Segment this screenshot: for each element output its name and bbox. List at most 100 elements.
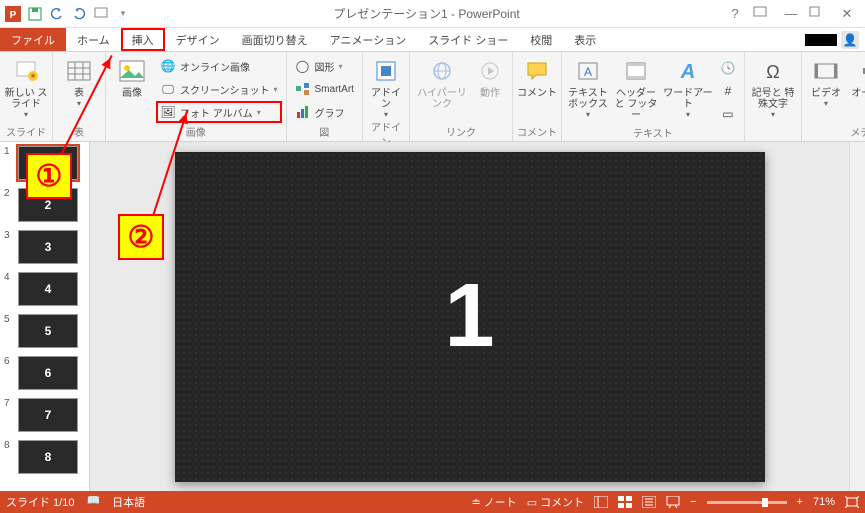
header-footer-icon bbox=[622, 57, 650, 85]
tab-animations[interactable]: アニメーション bbox=[319, 28, 418, 51]
chevron-down-icon: ▾ bbox=[77, 99, 81, 108]
online-pictures-button[interactable]: 🌐オンライン画像 bbox=[156, 55, 282, 77]
screenshot-icon: 🖵 bbox=[160, 81, 176, 97]
reading-view-icon[interactable] bbox=[642, 496, 656, 508]
ribbon-tabs: ファイル ホーム 挿入 デザイン 画面切り替え アニメーション スライド ショー… bbox=[0, 28, 865, 52]
slide-editor[interactable]: 1 bbox=[90, 142, 849, 491]
ribbon-group-illustrations: ◯図形 ▾ SmartArt グラフ 図 bbox=[287, 52, 363, 141]
tab-home[interactable]: ホーム bbox=[66, 28, 121, 51]
maximize-icon[interactable] bbox=[809, 6, 829, 22]
slide-indicator[interactable]: スライド 1/10 bbox=[6, 494, 74, 510]
spellcheck-icon[interactable]: 📖 bbox=[86, 494, 100, 510]
tab-file[interactable]: ファイル bbox=[0, 28, 66, 51]
video-button[interactable]: ビデオ ▾ bbox=[806, 55, 846, 108]
ribbon-group-media: ビデオ ▾ オーディオ ▾ 画面 録画 メディア bbox=[802, 52, 865, 141]
normal-view-icon[interactable] bbox=[594, 496, 608, 508]
symbol-button[interactable]: Ω 記号と 特殊文字 ▾ bbox=[749, 55, 797, 119]
action-button[interactable]: 動作 bbox=[472, 55, 508, 99]
slide-thumbnail[interactable]: 44 bbox=[18, 272, 83, 306]
comments-button[interactable]: ▭ コメント bbox=[527, 494, 584, 510]
ribbon-group-text: A テキスト ボックス ▾ ヘッダーと フッター A ワードアート ▾ 🕓 # … bbox=[562, 52, 745, 141]
audio-button[interactable]: オーディオ ▾ bbox=[848, 55, 865, 119]
zoom-level[interactable]: 71% bbox=[813, 496, 835, 508]
slide-thumbnail[interactable]: 66 bbox=[18, 356, 83, 390]
ribbon-group-addins: アドイ ン ▾ アドイン bbox=[363, 52, 410, 141]
photo-album-icon: 🖼 bbox=[160, 104, 176, 120]
shapes-icon: ◯ bbox=[295, 58, 311, 74]
tab-transitions[interactable]: 画面切り替え bbox=[231, 28, 319, 51]
tab-review[interactable]: 校閲 bbox=[519, 28, 563, 51]
slide-thumbnail[interactable]: 33 bbox=[18, 230, 83, 264]
hyperlink-button[interactable]: ハイパーリンク bbox=[414, 55, 470, 110]
slide-number-button[interactable]: # bbox=[716, 80, 740, 102]
slideshow-view-icon[interactable] bbox=[666, 496, 680, 508]
slide-thumbnail[interactable]: 88 bbox=[18, 440, 83, 474]
tab-design[interactable]: デザイン bbox=[165, 28, 231, 51]
fit-to-window-icon[interactable] bbox=[845, 496, 859, 508]
smartart-icon bbox=[295, 81, 311, 97]
slide-number-icon: # bbox=[720, 83, 736, 99]
date-time-button[interactable]: 🕓 bbox=[716, 57, 740, 79]
tab-view[interactable]: 表示 bbox=[563, 28, 607, 51]
comment-icon bbox=[523, 57, 551, 85]
video-icon bbox=[812, 57, 840, 85]
object-button[interactable]: ▭ bbox=[716, 103, 740, 125]
slide-sorter-view-icon[interactable] bbox=[618, 496, 632, 508]
chart-button[interactable]: グラフ bbox=[291, 101, 358, 123]
quick-access-toolbar: P ▾ bbox=[0, 5, 136, 23]
picture-button[interactable]: 画像 bbox=[110, 55, 154, 99]
symbol-icon: Ω bbox=[759, 57, 787, 85]
zoom-out-button[interactable]: − bbox=[690, 496, 696, 508]
hyperlink-icon bbox=[428, 57, 456, 85]
textbox-icon: A bbox=[574, 57, 602, 85]
current-slide[interactable]: 1 bbox=[175, 152, 765, 482]
screenshot-button[interactable]: 🖵スクリーンショット ▾ bbox=[156, 78, 282, 100]
help-icon[interactable]: ? bbox=[725, 6, 745, 22]
ribbon-display-icon[interactable] bbox=[753, 6, 773, 22]
start-from-beginning-icon[interactable] bbox=[92, 5, 110, 23]
picture-icon bbox=[118, 57, 146, 85]
zoom-in-button[interactable]: + bbox=[797, 496, 803, 508]
textbox-button[interactable]: A テキスト ボックス ▾ bbox=[566, 55, 610, 119]
redo-icon[interactable] bbox=[70, 5, 88, 23]
ribbon: ✶ 新しい スライド ▾ スライド 表 ▾ 表 画像 🌐オンライン画像 🖵スクリ bbox=[0, 52, 865, 142]
table-button[interactable]: 表 ▾ bbox=[57, 55, 101, 108]
workspace: 1 22 33 44 55 66 77 88 1 bbox=[0, 142, 865, 491]
ribbon-group-images: 画像 🌐オンライン画像 🖵スクリーンショット ▾ 🖼フォト アルバム ▾ 画像 bbox=[106, 52, 287, 141]
vertical-scrollbar[interactable] bbox=[849, 142, 865, 491]
slide-thumbnail[interactable]: 55 bbox=[18, 314, 83, 348]
notes-button[interactable]: ≐ ノート bbox=[471, 494, 516, 510]
close-icon[interactable]: ✕ bbox=[837, 6, 857, 22]
user-avatar-icon[interactable]: 👤 bbox=[841, 31, 859, 49]
ribbon-group-links: ハイパーリンク 動作 リンク bbox=[410, 52, 513, 141]
zoom-slider[interactable] bbox=[707, 501, 787, 504]
user-name-redacted bbox=[805, 34, 837, 46]
ribbon-group-comments: コメント コメント bbox=[513, 52, 562, 141]
chevron-down-icon: ▾ bbox=[384, 110, 388, 119]
language-indicator[interactable]: 日本語 bbox=[112, 494, 145, 510]
ribbon-group-symbols: Ω 記号と 特殊文字 ▾ bbox=[745, 52, 802, 141]
shapes-button[interactable]: ◯図形 ▾ bbox=[291, 55, 358, 77]
powerpoint-logo-icon: P bbox=[4, 5, 22, 23]
wordart-icon: A bbox=[674, 57, 702, 85]
slide-thumbnail[interactable]: 77 bbox=[18, 398, 83, 432]
smartart-button[interactable]: SmartArt bbox=[291, 78, 358, 100]
addins-button[interactable]: アドイ ン ▾ bbox=[367, 55, 405, 119]
qat-customize-icon[interactable]: ▾ bbox=[114, 5, 132, 23]
photo-album-button[interactable]: 🖼フォト アルバム ▾ bbox=[156, 101, 282, 123]
tab-insert[interactable]: 挿入 bbox=[121, 28, 165, 51]
new-slide-button[interactable]: ✶ 新しい スライド ▾ bbox=[4, 55, 48, 119]
online-pictures-icon: 🌐 bbox=[160, 58, 176, 74]
tab-slideshow[interactable]: スライド ショー bbox=[417, 28, 519, 51]
date-time-icon: 🕓 bbox=[720, 60, 736, 76]
undo-icon[interactable] bbox=[48, 5, 66, 23]
wordart-button[interactable]: A ワードアート ▾ bbox=[662, 55, 714, 119]
minimize-icon[interactable]: — bbox=[781, 6, 801, 22]
header-footer-button[interactable]: ヘッダーと フッター bbox=[612, 55, 660, 121]
comment-button[interactable]: コメント bbox=[517, 55, 557, 99]
svg-text:P: P bbox=[10, 10, 17, 21]
user-area: 👤 bbox=[805, 28, 865, 51]
action-icon bbox=[476, 57, 504, 85]
title-bar: P ▾ プレゼンテーション1 - PowerPoint ? — ✕ bbox=[0, 0, 865, 28]
save-icon[interactable] bbox=[26, 5, 44, 23]
